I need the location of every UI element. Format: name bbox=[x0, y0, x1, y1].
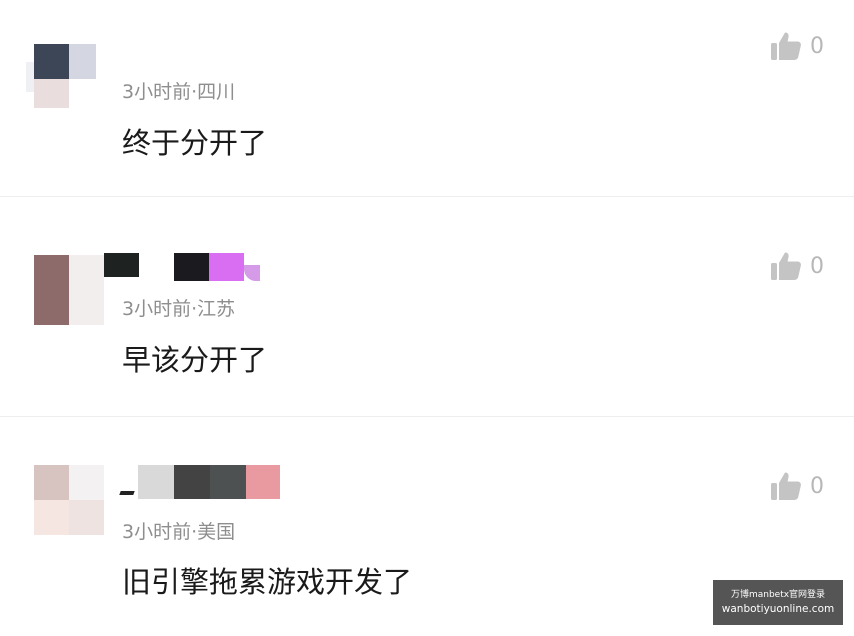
like-count: 0 bbox=[810, 33, 824, 59]
like-button[interactable]: 0 bbox=[770, 250, 824, 282]
comment-item: 3小时前·四川 终于分开了 0 bbox=[0, 0, 854, 196]
comment-text: 早该分开了 bbox=[122, 343, 268, 377]
comment-location: 江苏 bbox=[197, 298, 236, 320]
comment-text: 终于分开了 bbox=[122, 126, 268, 160]
watermark-line2: wanbotiyuonline.com bbox=[721, 602, 835, 615]
comment-time: 3小时前 bbox=[122, 298, 192, 320]
like-count: 0 bbox=[810, 253, 824, 279]
watermark-line1: 万博manbetx官网登录 bbox=[730, 589, 826, 600]
username-mosaic[interactable] bbox=[104, 253, 264, 281]
like-count: 0 bbox=[810, 473, 824, 499]
comment-text: 旧引擎拖累游戏开发了 bbox=[122, 565, 413, 599]
comment-location: 四川 bbox=[197, 81, 236, 103]
comment-item: 3小时前·江苏 早该分开了 0 bbox=[0, 197, 854, 416]
thumbs-up-icon bbox=[770, 250, 802, 282]
comment-meta: 3小时前·美国 bbox=[122, 517, 235, 544]
thumbs-up-icon bbox=[770, 30, 802, 62]
thumbs-up-icon bbox=[770, 470, 802, 502]
comment-time: 3小时前 bbox=[122, 521, 192, 543]
comment-location: 美国 bbox=[197, 521, 236, 543]
watermark: 万博manbetx官网登录 wanbotiyuonline.com bbox=[713, 580, 843, 625]
username-mosaic[interactable] bbox=[118, 465, 283, 503]
like-button[interactable]: 0 bbox=[770, 30, 824, 62]
like-button[interactable]: 0 bbox=[770, 470, 824, 502]
avatar[interactable] bbox=[26, 38, 96, 108]
avatar[interactable] bbox=[34, 465, 104, 535]
comment-meta: 3小时前·江苏 bbox=[122, 294, 235, 321]
comment-meta: 3小时前·四川 bbox=[122, 77, 235, 104]
comment-time: 3小时前 bbox=[122, 81, 192, 103]
avatar[interactable] bbox=[34, 255, 104, 325]
